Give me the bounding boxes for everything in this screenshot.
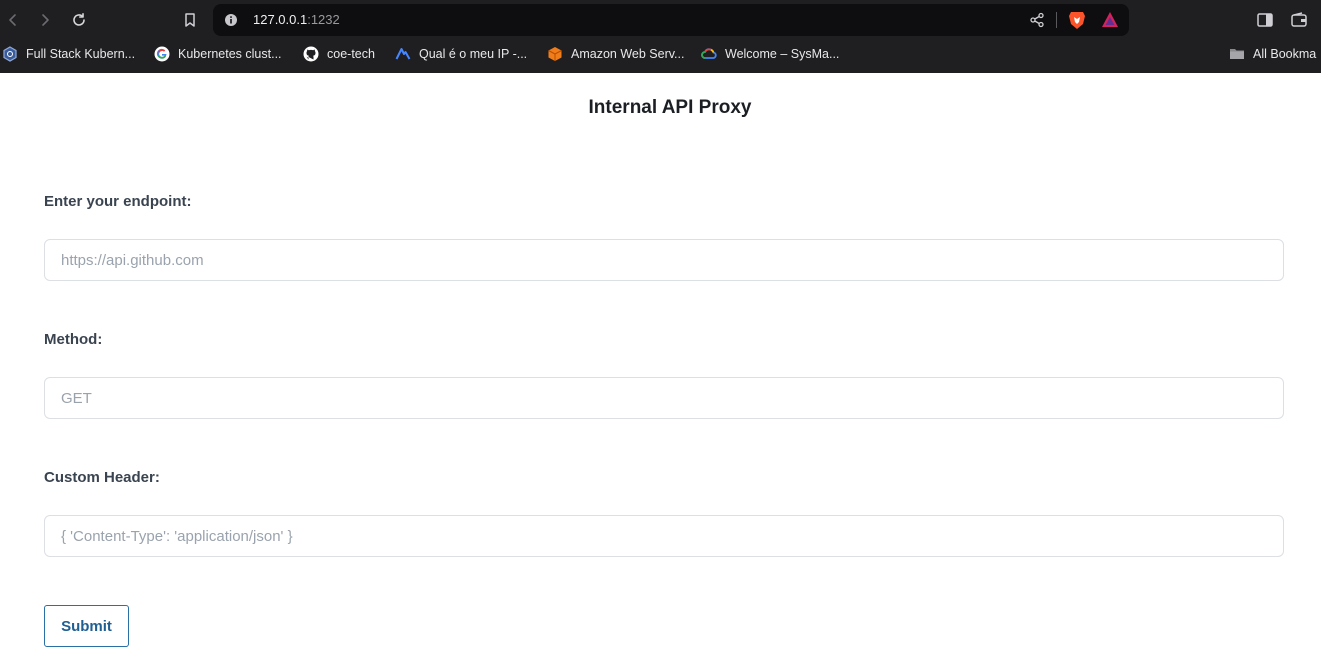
bookmark-label: Kubernetes clust... <box>178 47 282 61</box>
bookmark-amazon-web-services[interactable]: Amazon Web Serv... <box>547 45 684 63</box>
bookmark-full-stack-kubernetes[interactable]: Full Stack Kubern... <box>2 45 135 63</box>
aws-icon <box>547 46 563 62</box>
endpoint-input[interactable] <box>44 239 1284 281</box>
bookmark-kubernetes-cluster[interactable]: Kubernetes clust... <box>154 45 282 63</box>
bookmark-icon <box>185 13 195 27</box>
bookmark-qual-meu-ip[interactable]: Qual é o meu IP -... <box>395 45 527 63</box>
wallet-icon[interactable] <box>1290 11 1308 29</box>
reload-icon <box>73 13 85 26</box>
kubernetes-icon <box>2 46 18 62</box>
sidebar-toggle-icon[interactable] <box>1256 11 1274 29</box>
back-button[interactable] <box>2 9 24 31</box>
endpoint-label: Enter your endpoint: <box>44 193 192 210</box>
all-bookmarks-label: All Bookma <box>1253 47 1317 61</box>
method-input[interactable] <box>44 377 1284 419</box>
custom-header-label: Custom Header: <box>44 469 160 486</box>
reload-button[interactable] <box>68 9 90 31</box>
site-info-icon[interactable] <box>224 13 238 27</box>
browser-toolbar: 127.0.0.1:1232 <box>0 0 1321 40</box>
forward-arrow-icon <box>42 14 49 26</box>
bookmark-label: Full Stack Kubern... <box>26 47 136 61</box>
url-host: 127.0.0.1 <box>253 12 308 27</box>
page-content: Internal API Proxy Enter your endpoint: … <box>0 73 1321 661</box>
nordvpn-icon <box>395 46 411 62</box>
brave-shields-icon[interactable] <box>1068 10 1086 30</box>
github-icon <box>303 46 319 62</box>
address-bar-divider <box>1056 12 1057 28</box>
share-icon[interactable] <box>1029 12 1045 28</box>
forward-button[interactable] <box>34 9 56 31</box>
bookmarks-bar: Full Stack Kubern... Kubernetes clust...… <box>0 40 1321 68</box>
bookmark-coe-tech[interactable]: coe-tech <box>303 45 375 63</box>
submit-button[interactable]: Submit <box>44 605 129 647</box>
custom-header-input[interactable] <box>44 515 1284 557</box>
method-label: Method: <box>44 331 103 348</box>
all-bookmarks-button[interactable]: All Bookma <box>1229 45 1316 63</box>
page-title: Internal API Proxy <box>588 97 752 118</box>
url-text[interactable]: 127.0.0.1:1232 <box>253 12 340 28</box>
browser-chrome: 127.0.0.1:1232 Full Stack Kubern... Kube… <box>0 0 1321 73</box>
bookmark-label: coe-tech <box>327 47 375 61</box>
folder-icon <box>1229 46 1245 62</box>
google-cloud-icon <box>701 46 717 62</box>
back-arrow-icon <box>9 14 16 26</box>
bookmark-label: Welcome – SysMa... <box>725 47 840 61</box>
google-icon <box>154 46 170 62</box>
bookmark-welcome-sysma[interactable]: Welcome – SysMa... <box>701 45 839 63</box>
brave-rewards-icon[interactable] <box>1101 11 1119 29</box>
bookmark-label: Qual é o meu IP -... <box>419 47 528 61</box>
address-bar[interactable]: 127.0.0.1:1232 <box>213 4 1129 36</box>
url-port: :1232 <box>307 12 340 27</box>
bookmark-page-button[interactable] <box>179 9 201 31</box>
bookmark-label: Amazon Web Serv... <box>571 47 685 61</box>
